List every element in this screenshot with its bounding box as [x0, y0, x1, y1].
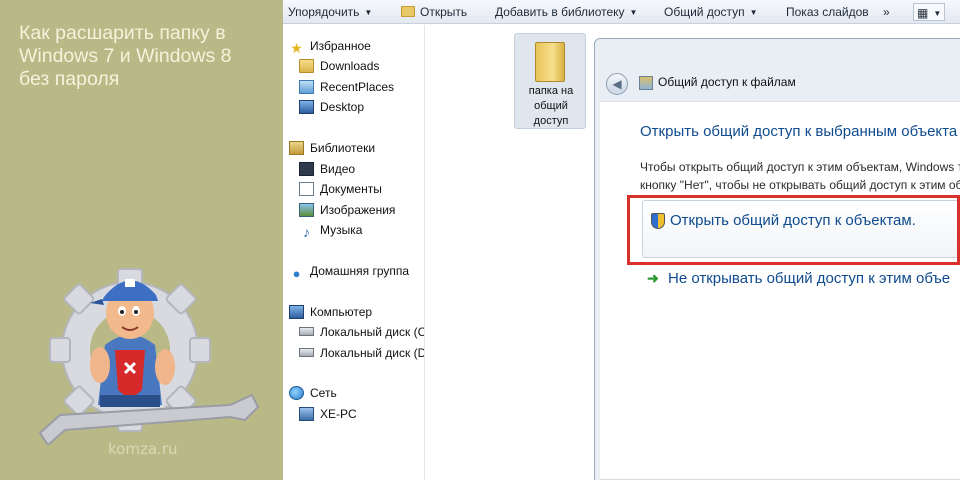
green-arrow-icon: ➜ — [647, 270, 659, 286]
documents-icon — [299, 182, 314, 196]
nav-local-disk-d-label: Локальный диск (D — [320, 346, 425, 360]
do-not-share-option[interactable]: ➜ Не открывать общий доступ к этим объе — [647, 270, 950, 292]
folder-label: папка на общий доступ — [515, 84, 587, 129]
open-label: Открыть — [420, 5, 468, 19]
highlight-frame — [627, 195, 960, 265]
desktop-icon — [299, 100, 314, 114]
chevron-down-icon: ▼ — [933, 9, 942, 18]
chevron-down-icon: ▼ — [629, 8, 638, 17]
music-note-icon: ♪ — [303, 224, 310, 240]
view-grid-icon: ▦ — [917, 6, 929, 20]
folder-icon — [535, 42, 565, 82]
nav-documents[interactable]: Документы — [299, 179, 382, 199]
disk-drive-icon — [299, 348, 314, 357]
nav-libraries[interactable]: Библиотеки — [289, 138, 375, 158]
arrow-left-icon: ◀ — [612, 77, 622, 91]
open-button[interactable]: Открыть — [401, 0, 467, 24]
nav-local-disk-c[interactable]: Локальный диск (C — [299, 322, 425, 342]
chevron-down-icon: ▼ — [749, 8, 758, 17]
promo-title-line-1: Как расшарить папку в — [19, 22, 226, 44]
folder-icon — [299, 59, 314, 73]
dialog-description: Чтобы открыть общий доступ к этим объект… — [640, 158, 960, 194]
nav-video[interactable]: Видео — [299, 159, 355, 179]
nav-computer-label: Компьютер — [310, 305, 373, 319]
nav-music[interactable]: ♪ Музыка — [299, 220, 362, 240]
slideshow-button[interactable]: Показ слайдов — [786, 0, 869, 24]
computer-icon — [299, 407, 314, 421]
nav-network[interactable]: Сеть — [289, 383, 337, 403]
explorer-toolbar: Упорядочить ▼ Открыть Добавить в библиоте… — [283, 0, 960, 24]
nav-favorites[interactable]: ★ Избранное — [289, 36, 371, 56]
homegroup-icon: ● — [292, 266, 301, 281]
promo-title-line-2: Windows 7 и Windows 8 — [19, 45, 232, 67]
nav-downloads[interactable]: Downloads — [299, 56, 379, 76]
share-menu-button[interactable]: Общий доступ ▼ — [664, 0, 758, 24]
star-icon: ★ — [290, 40, 303, 56]
nav-pc[interactable]: XE-PC — [299, 404, 357, 424]
nav-desktop[interactable]: Desktop — [299, 97, 364, 117]
organize-menu-button[interactable]: Упорядочить ▼ — [288, 0, 372, 24]
folder-label-line-3: доступ — [533, 115, 569, 127]
nav-favorites-label: Избранное — [310, 39, 371, 53]
back-button[interactable]: ◀ — [606, 73, 628, 95]
organize-label: Упорядочить — [288, 5, 360, 19]
dialog-heading: Открыть общий доступ к выбранным объекта — [640, 123, 958, 140]
nav-video-label: Видео — [320, 162, 356, 176]
recent-places-icon — [299, 80, 314, 94]
dialog-title: Общий доступ к файлам — [658, 75, 796, 89]
promo-title: Как расшарить папку в Windows 7 и Window… — [19, 22, 279, 91]
folder-open-icon — [401, 6, 415, 17]
promo-panel: Как расшарить папку в Windows 7 и Window… — [0, 0, 283, 480]
double-chevron-right-icon: » — [883, 5, 890, 19]
nav-recent-places[interactable]: RecentPlaces — [299, 77, 394, 97]
video-icon — [299, 162, 314, 176]
promo-title-line-3: без пароля — [19, 68, 120, 90]
nav-recent-places-label: RecentPlaces — [320, 80, 395, 94]
network-icon — [289, 386, 304, 400]
more-options-button[interactable]: » — [883, 0, 890, 24]
do-not-share-label: Не открывать общий доступ к этим объе — [668, 270, 951, 287]
nav-downloads-label: Downloads — [320, 59, 380, 73]
nav-local-disk-d[interactable]: Локальный диск (D — [299, 343, 425, 363]
nav-desktop-label: Desktop — [320, 100, 365, 114]
computer-icon — [289, 305, 304, 319]
nav-images-label: Изображения — [320, 203, 396, 217]
folder-label-line-2: общий — [534, 100, 568, 112]
navigation-pane: ★ Избранное Downloads RecentPlaces Deskto… — [283, 25, 425, 480]
file-sharing-icon — [639, 76, 653, 90]
nav-network-label: Сеть — [310, 386, 337, 400]
promo-site: komza.ru — [108, 440, 178, 458]
folder-label-line-1: папка на — [528, 85, 574, 97]
mascot-mechanic-image — [38, 268, 260, 445]
nav-homegroup[interactable]: ● Домашняя группа — [289, 261, 409, 281]
nav-homegroup-label: Домашняя группа — [310, 264, 410, 278]
chevron-down-icon: ▼ — [364, 8, 373, 17]
nav-documents-label: Документы — [320, 182, 382, 196]
disk-drive-icon — [299, 327, 314, 336]
nav-local-disk-c-label: Локальный диск (C — [320, 325, 425, 339]
add-to-library-button[interactable]: Добавить в библиотеку ▼ — [495, 0, 637, 24]
dialog-description-line-1: Чтобы открыть общий доступ к этим объект… — [640, 160, 960, 174]
nav-images[interactable]: Изображения — [299, 200, 395, 220]
slideshow-label: Показ слайдов — [786, 5, 869, 19]
dialog-description-line-2: кнопку "Нет", чтобы не открывать общий д… — [640, 178, 960, 192]
add-to-library-label: Добавить в библиотеку — [495, 5, 625, 19]
share-label: Общий доступ — [664, 5, 745, 19]
images-icon — [299, 203, 314, 217]
nav-computer[interactable]: Компьютер — [289, 302, 372, 322]
view-options-button[interactable]: ▦ ▼ — [913, 3, 946, 21]
nav-libraries-label: Библиотеки — [310, 141, 376, 155]
nav-pc-label: XE-PC — [320, 407, 357, 421]
library-icon — [289, 141, 304, 155]
nav-music-label: Музыка — [320, 223, 363, 237]
selected-folder-item[interactable]: папка на общий доступ — [514, 33, 586, 129]
